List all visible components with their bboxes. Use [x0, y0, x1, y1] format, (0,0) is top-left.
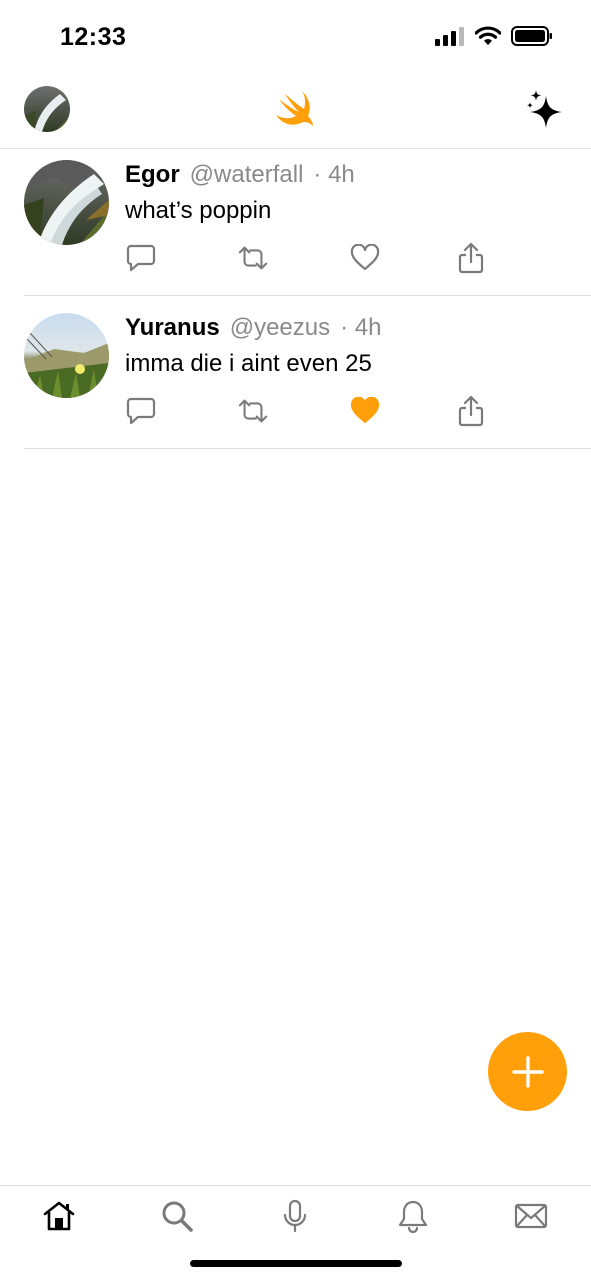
post-header: Egor @waterfall · 4h	[125, 160, 581, 190]
post-content: Egor @waterfall · 4h what’s poppin	[125, 160, 581, 274]
post-actions	[125, 395, 485, 427]
reply-icon[interactable]	[125, 242, 157, 274]
sparkles-icon[interactable]	[525, 88, 565, 135]
microphone-icon	[283, 1199, 307, 1233]
retweet-icon[interactable]	[237, 395, 269, 427]
battery-icon	[511, 26, 553, 51]
home-indicator[interactable]	[190, 1260, 402, 1267]
reply-icon[interactable]	[125, 395, 157, 427]
top-navigation-bar	[0, 72, 591, 149]
post-text: what’s poppin	[125, 197, 272, 224]
separator-dot: ·	[340, 314, 349, 341]
status-icons	[435, 26, 553, 51]
magnifier-icon	[162, 1201, 193, 1232]
like-heart-filled-icon[interactable]	[349, 395, 381, 427]
swift-bird-icon	[274, 88, 318, 133]
compose-button[interactable]	[488, 1032, 567, 1111]
author-avatar[interactable]	[24, 160, 109, 245]
envelope-icon	[514, 1203, 548, 1229]
tweet-post[interactable]: Egor @waterfall · 4h what’s poppin	[24, 148, 591, 296]
tab-messages[interactable]	[511, 1198, 551, 1234]
post-actions	[125, 242, 485, 274]
tab-notifications[interactable]	[393, 1198, 433, 1234]
like-heart-outline-icon[interactable]	[349, 242, 381, 274]
share-icon[interactable]	[455, 242, 487, 274]
post-text: imma die i aint even 25	[125, 350, 372, 377]
author-name[interactable]: Egor	[125, 161, 180, 188]
author-name[interactable]: Yuranus	[125, 314, 220, 341]
tab-home[interactable]	[39, 1198, 79, 1234]
author-handle[interactable]: @waterfall	[190, 161, 304, 188]
post-content: Yuranus @yeezus · 4h imma die i aint even …	[125, 313, 581, 427]
plus-icon	[511, 1055, 544, 1088]
bell-icon	[398, 1200, 428, 1233]
cellular-signal-icon	[435, 26, 465, 51]
wifi-icon	[474, 26, 502, 51]
tab-spaces[interactable]	[275, 1198, 315, 1234]
share-icon[interactable]	[455, 395, 487, 427]
status-time: 12:33	[60, 23, 127, 51]
house-icon	[43, 1201, 75, 1231]
tab-search[interactable]	[157, 1198, 197, 1234]
author-handle[interactable]: @yeezus	[230, 314, 330, 341]
separator-dot: ·	[313, 161, 322, 188]
tweet-post[interactable]: Yuranus @yeezus · 4h imma die i aint even …	[24, 301, 591, 449]
retweet-icon[interactable]	[237, 242, 269, 274]
post-timestamp: 4h	[328, 161, 355, 188]
post-timestamp: 4h	[354, 314, 382, 341]
timeline-feed: Egor @waterfall · 4h what’s poppin Yuran…	[0, 148, 591, 449]
profile-avatar[interactable]	[24, 86, 70, 132]
status-bar: 12:33	[0, 0, 591, 72]
post-header: Yuranus @yeezus · 4h	[125, 313, 581, 343]
author-avatar[interactable]	[24, 313, 109, 398]
